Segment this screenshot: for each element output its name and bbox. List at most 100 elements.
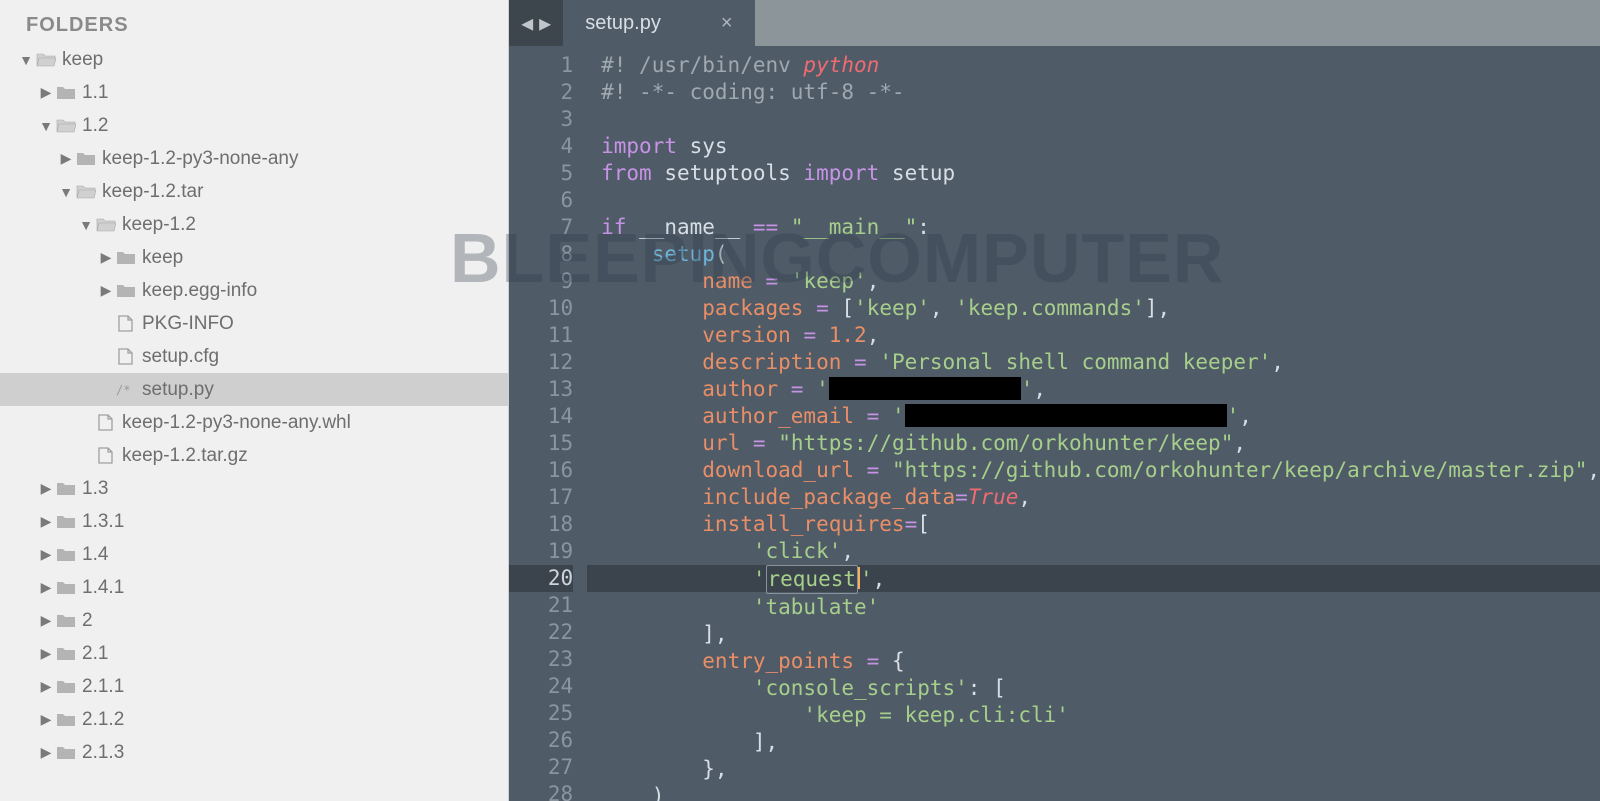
chevron-right-icon: ▶ [38, 711, 54, 728]
line-number: 22 [509, 619, 573, 646]
tree-label: keep-1.2.tar [102, 181, 203, 203]
line-number-gutter: 1234567891011121314151617181920212223242… [509, 46, 587, 801]
code-editor[interactable]: #! /usr/bin/env python#! -*- coding: utf… [587, 46, 1600, 801]
line-number: 23 [509, 646, 573, 673]
tree-row-1.1[interactable]: ▶1.1 [0, 76, 508, 109]
tree-label: 1.3.1 [82, 511, 124, 533]
folder-open-icon [36, 51, 56, 68]
tree-row-targz[interactable]: keep-1.2.tar.gz [0, 439, 508, 472]
line-number: 19 [509, 538, 573, 565]
folder-closed-icon [116, 249, 136, 266]
folder-tree: ▼keep▶1.1▼1.2▶keep-1.2-py3-none-any▼keep… [0, 43, 508, 769]
chevron-down-icon: ▼ [78, 217, 94, 233]
tab-setup-py[interactable]: setup.py × [563, 0, 754, 46]
tree-label: 1.2 [82, 115, 108, 137]
tree-row-keepf[interactable]: ▶keep [0, 241, 508, 274]
tree-row-2.1.2[interactable]: ▶2.1.2 [0, 703, 508, 736]
tree-row-ktar[interactable]: ▼keep-1.2.tar [0, 175, 508, 208]
code-line: import sys [601, 133, 1600, 160]
code-line: install_requires=[ [601, 511, 1600, 538]
line-number: 11 [509, 322, 573, 349]
code-line: #! /usr/bin/env python [601, 52, 1600, 79]
tree-label: 1.4.1 [82, 577, 124, 599]
tree-label: setup.py [142, 379, 214, 401]
redacted-text [905, 404, 1227, 427]
tree-row-setuppy[interactable]: setup.py [0, 373, 508, 406]
tree-label: keep-1.2 [122, 214, 196, 236]
line-number: 6 [509, 187, 573, 214]
line-number: 9 [509, 268, 573, 295]
tree-row-2.1[interactable]: ▶2.1 [0, 637, 508, 670]
tree-row-2.1.1[interactable]: ▶2.1.1 [0, 670, 508, 703]
folder-closed-icon [56, 612, 76, 629]
line-number: 16 [509, 457, 573, 484]
tree-row-1.4[interactable]: ▶ 1.4 [0, 538, 508, 571]
chevron-right-icon: ▶ [58, 150, 74, 167]
folder-closed-icon [56, 84, 76, 101]
tree-row-1.4.1[interactable]: ▶1.4.1 [0, 571, 508, 604]
folder-open-icon [56, 117, 76, 134]
line-number: 26 [509, 727, 573, 754]
close-icon[interactable]: × [721, 12, 733, 35]
chevron-right-icon: ▶ [38, 480, 54, 497]
fileasterisk-icon [116, 381, 136, 398]
line-number: 3 [509, 106, 573, 133]
line-number: 18 [509, 511, 573, 538]
tree-row-1.3.1[interactable]: ▶ 1.3.1 [0, 505, 508, 538]
line-number: 2 [509, 79, 573, 106]
chevron-right-icon: ▶ [38, 546, 54, 563]
tab-bar: ◀ ▶ setup.py × [509, 0, 1600, 46]
tree-label: 2 [82, 610, 93, 632]
line-number: 4 [509, 133, 573, 160]
line-number: 7 [509, 214, 573, 241]
tree-label: keep [62, 49, 103, 71]
line-number: 8 [509, 241, 573, 268]
tree-row-pkginfo[interactable]: PKG-INFO [0, 307, 508, 340]
tree-label: keep.egg-info [142, 280, 257, 302]
folder-open-icon [96, 216, 116, 233]
redacted-text [829, 377, 1021, 400]
code-line: 'tabulate' [601, 594, 1600, 621]
tree-row-egg[interactable]: ▶keep.egg-info [0, 274, 508, 307]
folder-closed-icon [56, 579, 76, 596]
tree-row-keep[interactable]: ▼keep [0, 43, 508, 76]
code-wrap: 1234567891011121314151617181920212223242… [509, 46, 1600, 801]
editor-area: ◀ ▶ setup.py × 1234567891011121314151617… [509, 0, 1600, 801]
tree-row-kp3[interactable]: ▶keep-1.2-py3-none-any [0, 142, 508, 175]
code-line: 'click', [601, 538, 1600, 565]
tree-row-2.1.3[interactable]: ▶2.1.3 [0, 736, 508, 769]
tree-row-1.3[interactable]: ▶1.3 [0, 472, 508, 505]
tree-label: 1.4 [82, 544, 108, 566]
chevron-right-icon: ▶ [38, 513, 54, 530]
line-number: 13 [509, 376, 573, 403]
code-line: setup( [601, 241, 1600, 268]
tree-label: setup.cfg [142, 346, 219, 368]
tree-row-setupcfg[interactable]: setup.cfg [0, 340, 508, 373]
line-number: 25 [509, 700, 573, 727]
code-line: from setuptools import setup [601, 160, 1600, 187]
folder-closed-icon [76, 150, 96, 167]
tree-row-whl[interactable]: keep-1.2-py3-none-any.whl [0, 406, 508, 439]
code-line: url = "https://github.com/orkohunter/kee… [601, 430, 1600, 457]
history-back-icon[interactable]: ◀ [521, 11, 533, 35]
folder-closed-icon [56, 645, 76, 662]
tree-row-k12[interactable]: ▼ keep-1.2 [0, 208, 508, 241]
code-line: download_url = "https://github.com/orkoh… [601, 457, 1600, 484]
chevron-right-icon: ▶ [38, 744, 54, 761]
tree-row-2[interactable]: ▶2 [0, 604, 508, 637]
history-forward-icon[interactable]: ▶ [539, 11, 551, 35]
folder-closed-icon [56, 513, 76, 530]
code-line: if __name__ == "__main__": [601, 214, 1600, 241]
tree-label: keep [142, 247, 183, 269]
line-number: 14 [509, 403, 573, 430]
line-number: 15 [509, 430, 573, 457]
chevron-right-icon: ▶ [38, 645, 54, 662]
file-icon [96, 414, 116, 431]
line-number: 28 [509, 781, 573, 801]
code-line: ], [601, 621, 1600, 648]
line-number: 21 [509, 592, 573, 619]
tree-label: keep-1.2-py3-none-any.whl [122, 412, 351, 434]
tree-row-1.2[interactable]: ▼1.2 [0, 109, 508, 142]
line-number: 27 [509, 754, 573, 781]
code-line: #! -*- coding: utf-8 -*- [601, 79, 1600, 106]
